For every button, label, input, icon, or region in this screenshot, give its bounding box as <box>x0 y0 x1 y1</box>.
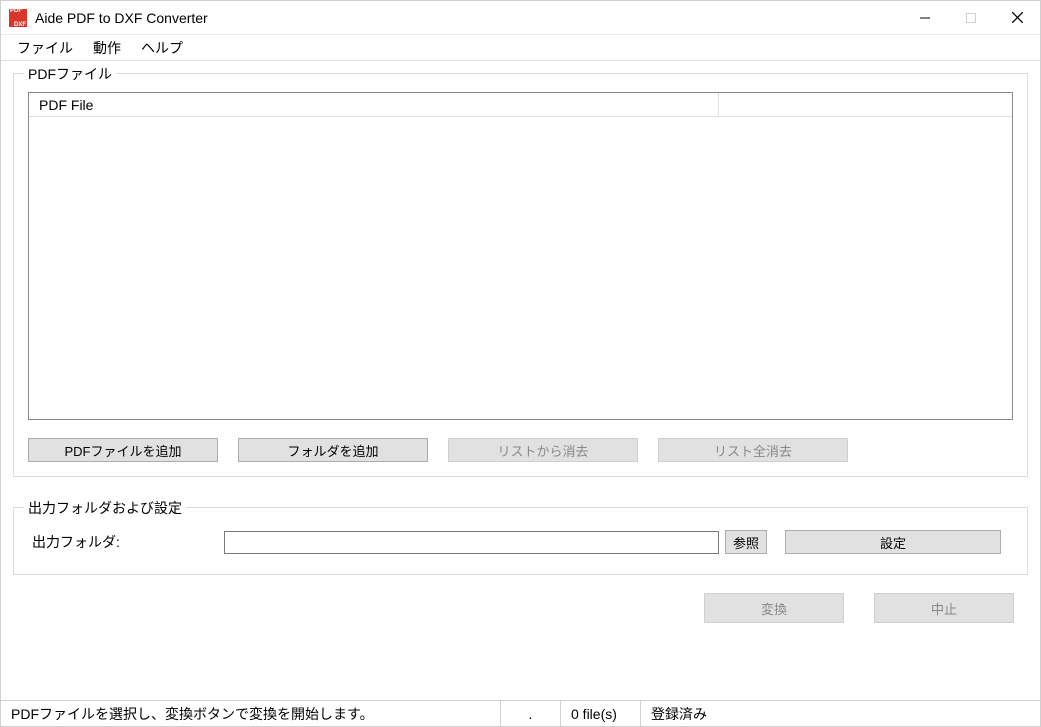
window-title: Aide PDF to DXF Converter <box>35 10 902 26</box>
clear-list-button: リスト全消去 <box>658 438 848 462</box>
statusbar: PDFファイルを選択し、変換ボタンで変換を開始します。 . 0 file(s) … <box>1 700 1040 726</box>
status-file-count: 0 file(s) <box>561 701 641 726</box>
menu-help[interactable]: ヘルプ <box>131 35 193 61</box>
group-output-legend: 出力フォルダおよび設定 <box>24 498 186 518</box>
app-icon <box>9 9 27 27</box>
group-pdf-files: PDFファイル PDF File PDFファイルを追加 フォルダを追加 リストか… <box>13 73 1028 477</box>
menu-action[interactable]: 動作 <box>83 35 131 61</box>
convert-button: 変換 <box>704 593 844 623</box>
add-pdf-button[interactable]: PDFファイルを追加 <box>28 438 218 462</box>
add-folder-button[interactable]: フォルダを追加 <box>238 438 428 462</box>
maximize-button <box>948 1 994 34</box>
file-list-header: PDF File <box>29 93 1012 117</box>
output-folder-input[interactable] <box>224 531 719 554</box>
pdf-button-row: PDFファイルを追加 フォルダを追加 リストから消去 リスト全消去 <box>28 438 1013 462</box>
status-message: PDFファイルを選択し、変換ボタンで変換を開始します。 <box>1 701 501 726</box>
pdf-file-list[interactable]: PDF File <box>28 92 1013 420</box>
output-row: 出力フォルダ: 参照 設定 <box>28 530 1013 554</box>
status-registration: 登録済み <box>641 701 1040 726</box>
minimize-button[interactable] <box>902 1 948 34</box>
group-pdf-legend: PDFファイル <box>24 64 116 84</box>
output-folder-label: 出力フォルダ: <box>28 532 218 552</box>
status-progress: . <box>501 701 561 726</box>
window-controls <box>902 1 1040 34</box>
menubar: ファイル 動作 ヘルプ <box>1 35 1040 61</box>
browse-button[interactable]: 参照 <box>725 530 767 554</box>
menu-file[interactable]: ファイル <box>7 35 83 61</box>
settings-button[interactable]: 設定 <box>785 530 1001 554</box>
column-header-empty <box>719 93 1012 116</box>
client-area: PDFファイル PDF File PDFファイルを追加 フォルダを追加 リストか… <box>1 61 1040 700</box>
remove-from-list-button: リストから消去 <box>448 438 638 462</box>
close-button[interactable] <box>994 1 1040 34</box>
titlebar: Aide PDF to DXF Converter <box>1 1 1040 35</box>
column-header-pdf-file[interactable]: PDF File <box>29 93 719 116</box>
action-row: 変換 中止 <box>13 593 1028 623</box>
stop-button: 中止 <box>874 593 1014 623</box>
group-output: 出力フォルダおよび設定 出力フォルダ: 参照 設定 <box>13 507 1028 575</box>
app-window: Aide PDF to DXF Converter ファイル 動作 ヘルプ PD… <box>0 0 1041 727</box>
